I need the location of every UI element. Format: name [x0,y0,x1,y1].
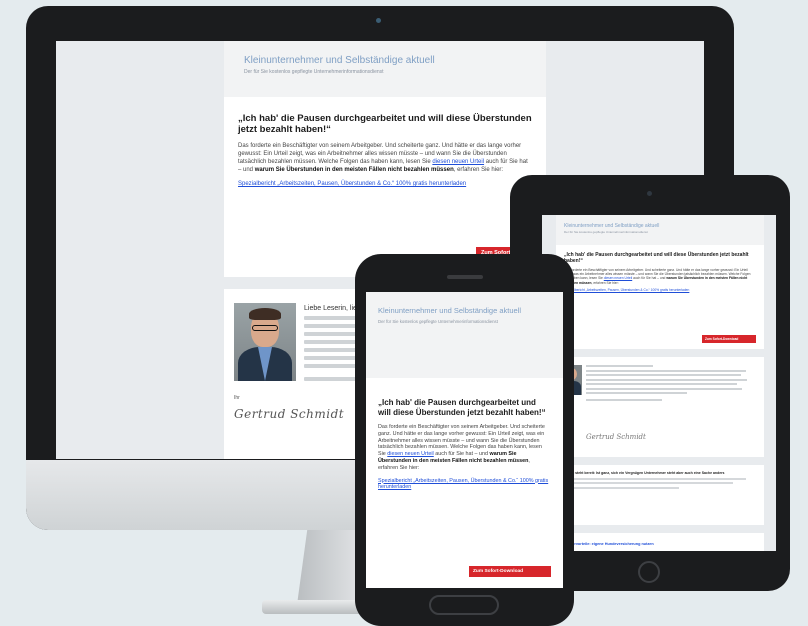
home-button[interactable] [429,595,499,615]
email-paragraph: Das forderte ein Beschäftigter von seine… [564,268,756,285]
email-headline: „Ich hab' die Pausen durchgearbeitet und… [238,113,532,135]
email-body: „Ich hab' die Pausen durchgearbeitet und… [556,245,764,349]
inline-link[interactable]: diesen neuen Urteil [432,159,484,165]
newsletter-subtitle: Der für Sie kostenlos gepflegte Unterneh… [244,69,384,75]
tablet-screen: Kleinunternehmer und Selbständige aktuel… [542,215,776,551]
phone-screen: Kleinunternehmer und Selbständige aktuel… [366,292,563,588]
newsletter-subtitle: Der für Sie kostenlos gepflegte Unterneh… [564,230,648,234]
download-button[interactable]: Zum Sofort-Download [469,566,551,577]
paragraph-bold: warum Sie Überstunden in den meisten Fäl… [254,167,454,173]
email-headline: „Ich hab' die Pausen durchgearbeitet und… [564,252,749,264]
speaker-icon [447,275,483,279]
phone-device: Kleinunternehmer und Selbständige aktuel… [355,254,574,626]
newsletter-title: Kleinunternehmer und Selbständige aktuel… [378,306,522,315]
editor-letter: Gertrud Schmidt [556,357,764,457]
phone-email: Kleinunternehmer und Selbständige aktuel… [366,292,563,588]
email-body: „Ich hab' die Pausen durchgearbeitet und… [366,378,563,588]
signature: Gertrud Schmidt [234,407,345,421]
special-report-link[interactable]: Spezialbericht „Arbeitszeiten, Pausen, Ü… [378,478,551,492]
newsletter-title: Kleinunternehmer und Selbständige aktuel… [564,223,660,229]
email-paragraph: Das forderte ein Beschäftigter von seine… [238,142,532,174]
home-button[interactable] [638,561,660,583]
signature-label: Ihr [234,395,240,401]
email-header: Kleinunternehmer und Selbständige aktuel… [556,215,764,245]
camera-icon [376,18,381,23]
paragraph-end: , erfahren Sie hier: [591,280,619,285]
paragraph-mid: auch für Sie hat – und [435,451,488,458]
paragraph-mid: auch für Sie hat – und [633,276,666,281]
special-report-link[interactable]: Spezialbericht „Arbeitszeiten, Pausen, Ü… [564,288,756,292]
paragraph-end: , erfahren Sie hier: [453,167,504,173]
download-button[interactable]: Zum Sofort-Download [702,335,756,343]
camera-icon [647,191,652,196]
letter-text [586,365,754,404]
inline-link[interactable]: diesen neuen Urteil [387,451,433,457]
email-headline: „Ich hab' die Pausen durchgearbeitet und… [378,398,546,417]
article-teaser: Arbeit steht bereit: Ist ganz, sich ein … [556,465,764,525]
email-paragraph: Das forderte ein Beschäftigter von seine… [378,424,551,472]
article-teaser-2: Steuervorteile: eigene Hundeversicherung… [556,533,764,551]
special-report-link[interactable]: Spezialbericht „Arbeitszeiten, Pausen, Ü… [238,180,532,188]
signature: Gertrud Schmidt [586,433,646,441]
email-header: Kleinunternehmer und Selbständige aktuel… [224,41,546,97]
newsletter-subtitle: Der für Sie kostenlos gepflegte Unterneh… [378,319,498,324]
tablet-email: Kleinunternehmer und Selbständige aktuel… [556,215,764,551]
email-header: Kleinunternehmer und Selbständige aktuel… [366,292,563,378]
newsletter-title: Kleinunternehmer und Selbständige aktuel… [244,55,435,66]
teaser-link[interactable]: Steuervorteile: eigene Hundeversicherung… [564,542,756,546]
author-photo [234,303,296,381]
teaser-heading: Arbeit steht bereit: Ist ganz, sich ein … [564,471,725,475]
